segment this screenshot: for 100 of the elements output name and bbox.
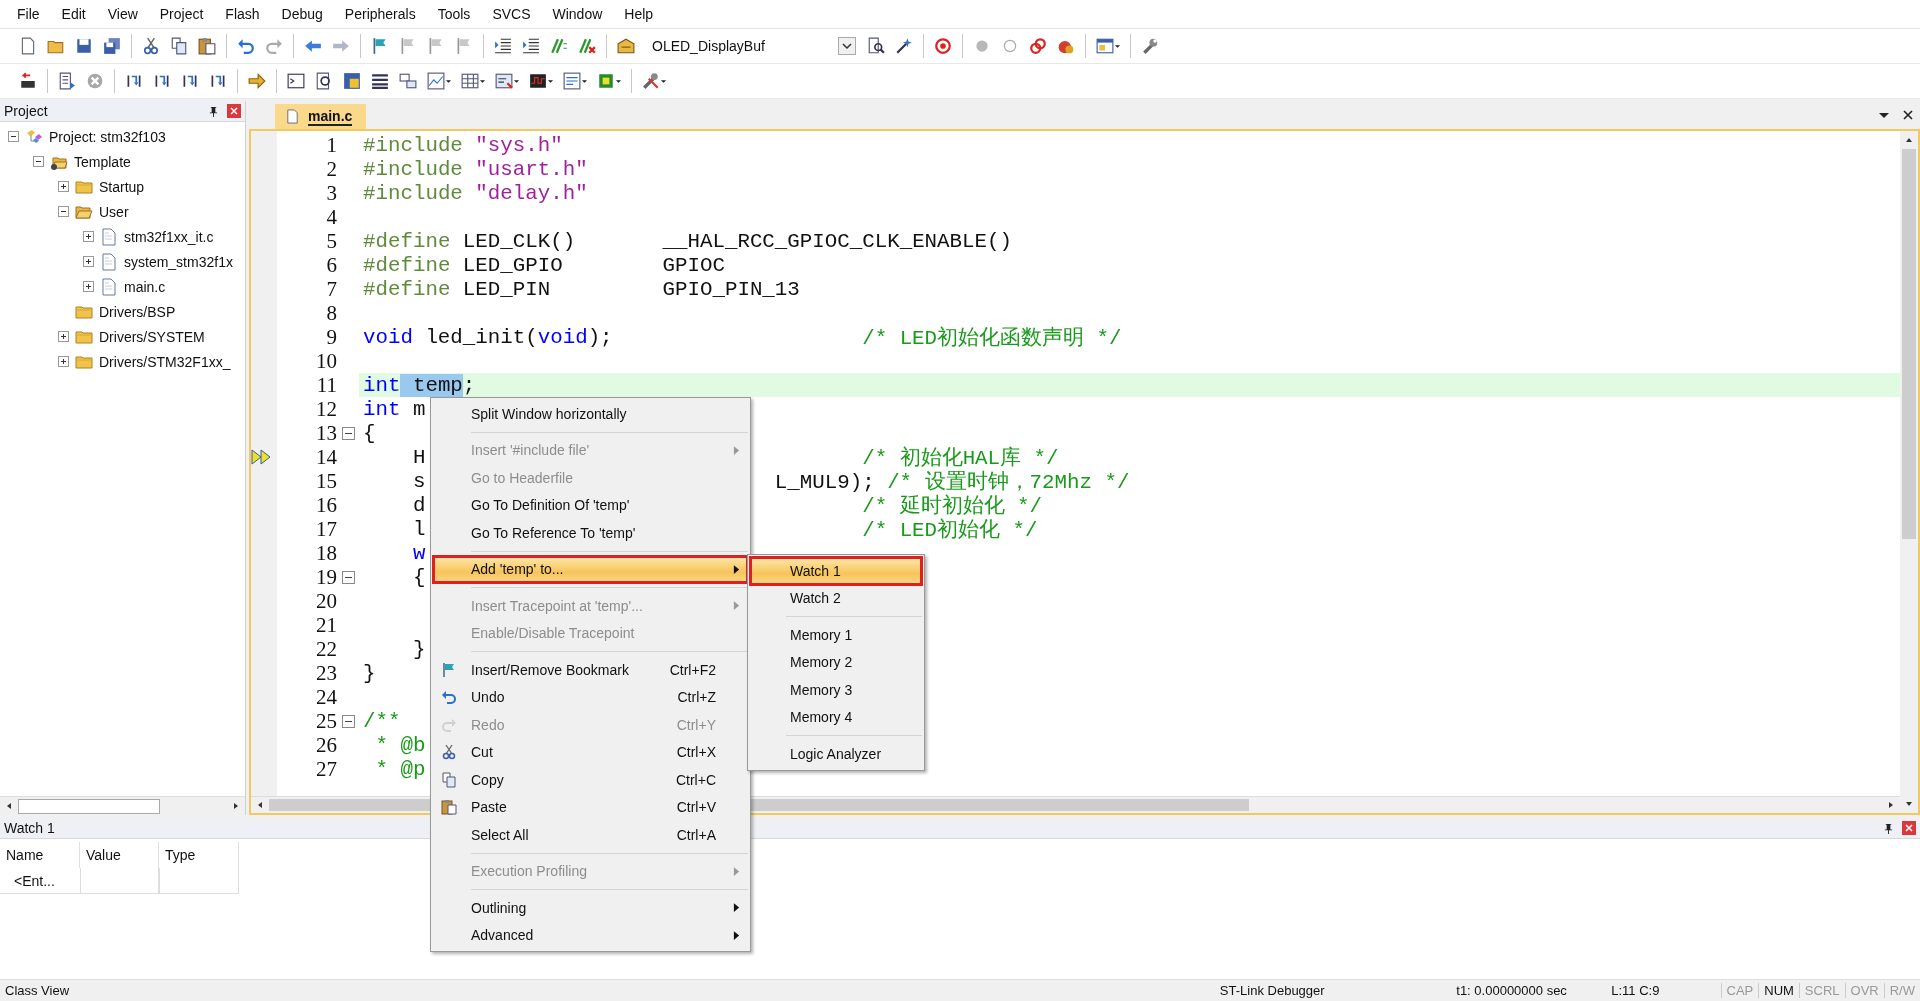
tree-item[interactable]: Drivers/SYSTEM xyxy=(99,328,205,345)
line-number: 25 xyxy=(315,708,337,734)
line-number: 10 xyxy=(315,348,337,374)
line-number: 13 xyxy=(315,420,337,446)
tree-item[interactable]: system_stm32f1x xyxy=(124,253,233,270)
file-icon xyxy=(285,109,300,124)
code-line: #include "sys.h" xyxy=(363,133,563,157)
expand-toggle[interactable] xyxy=(33,156,44,167)
menu-item[interactable]: Go To Reference To 'temp' xyxy=(433,519,748,547)
column-header[interactable]: Name xyxy=(0,842,80,868)
project-icon xyxy=(25,127,43,146)
table-cell[interactable] xyxy=(80,868,159,894)
menu-item[interactable]: Outlining xyxy=(433,894,748,922)
line-number: 7 xyxy=(325,276,337,302)
menu-item[interactable]: Help xyxy=(613,6,665,22)
menu-item[interactable]: Memory 2 xyxy=(750,648,922,676)
expand-toggle[interactable] xyxy=(58,356,69,367)
column-header[interactable]: Value xyxy=(80,842,159,868)
scrollbar[interactable] xyxy=(0,796,245,815)
menu-item[interactable]: Peripherals xyxy=(333,6,427,22)
code-line: * @p xyxy=(374,757,426,781)
menu-item[interactable]: Add 'temp' to... xyxy=(433,555,748,583)
tree-item[interactable]: Startup xyxy=(99,178,145,195)
tree-item[interactable]: Template xyxy=(74,153,131,170)
line-number: 3 xyxy=(325,180,337,206)
undo-icon xyxy=(441,689,457,706)
expand-toggle[interactable] xyxy=(58,181,69,192)
status-text: ST-Link Debugger xyxy=(1219,983,1326,998)
scroll-thumb[interactable] xyxy=(18,798,160,814)
line-number: 22 xyxy=(315,636,337,662)
code-line: d xyxy=(411,493,426,517)
menu-item[interactable]: File xyxy=(6,6,51,22)
line-number: 27 xyxy=(315,756,337,782)
menu-item[interactable]: Watch 1 xyxy=(750,557,922,585)
menu-item[interactable]: Paste Ctrl+V xyxy=(433,793,748,821)
expand-toggle[interactable] xyxy=(83,256,94,267)
menu-item[interactable]: Window xyxy=(541,6,614,22)
line-number: 19 xyxy=(315,564,337,590)
menu-item[interactable]: Tools xyxy=(426,6,482,22)
menu-item[interactable]: Undo Ctrl+Z xyxy=(433,683,748,711)
menu-item[interactable]: SVCS xyxy=(481,6,542,22)
menu-item[interactable]: View xyxy=(96,6,149,22)
menu-item[interactable]: Go To Definition Of 'temp' xyxy=(433,491,748,519)
status-indicator: SCRL xyxy=(1798,983,1845,998)
menu-item[interactable]: Advanced xyxy=(433,921,748,949)
line-number: 4 xyxy=(325,204,337,230)
tree-item[interactable]: Project: stm32f103 xyxy=(49,128,166,145)
expand-toggle[interactable] xyxy=(83,281,94,292)
menu-item[interactable]: Project xyxy=(148,6,215,22)
code-line: void led_init(void); xyxy=(363,325,613,349)
menu-item[interactable]: Edit xyxy=(50,6,97,22)
line-number: 17 xyxy=(315,516,337,542)
expand-toggle[interactable] xyxy=(58,206,69,217)
editor-tab[interactable]: main.c xyxy=(275,104,367,129)
expand-toggle[interactable] xyxy=(58,331,69,342)
table-cell[interactable]: <Ent... xyxy=(0,868,80,894)
menu-item[interactable]: Split Window horizontally xyxy=(433,400,748,428)
tree-item[interactable]: stm32f1xx_it.c xyxy=(124,228,214,245)
menu-item[interactable]: Memory 4 xyxy=(750,703,922,731)
code-line: } xyxy=(363,661,376,685)
status-indicator: OVR xyxy=(1844,983,1884,998)
tree-item[interactable]: Drivers/BSP xyxy=(99,303,176,320)
redo-icon xyxy=(441,716,457,733)
menu-item[interactable]: Insert/Remove Bookmark Ctrl+F2 xyxy=(433,656,748,684)
fold-toggle[interactable] xyxy=(341,570,355,584)
file-icon xyxy=(100,227,118,246)
menu-item[interactable]: Memory 1 xyxy=(750,621,922,649)
menu-item[interactable]: Copy Ctrl+C xyxy=(433,766,748,794)
tree-item[interactable]: main.c xyxy=(124,278,166,295)
menu-item[interactable]: Select All Ctrl+A xyxy=(433,821,748,849)
scroll-thumb[interactable] xyxy=(1902,149,1916,539)
target-dropdown[interactable]: OLED_DisplayBuf xyxy=(646,35,856,57)
pin-icon[interactable] xyxy=(1883,822,1894,834)
expand-toggle[interactable] xyxy=(8,131,19,142)
menu-item[interactable]: Logic Analyzer xyxy=(750,740,922,768)
code-line: L_MUL9); /* 设置时钟，72Mhz */ xyxy=(773,469,1130,494)
table-cell[interactable] xyxy=(159,868,239,894)
fold-toggle[interactable] xyxy=(341,714,355,728)
code-line: #define LED_PIN GPIO_PIN_13 xyxy=(363,277,800,301)
tree-item[interactable]: User xyxy=(99,203,129,220)
menu-item[interactable]: Debug xyxy=(270,6,334,22)
scrollbar[interactable] xyxy=(1900,131,1918,813)
close-icon[interactable] xyxy=(1902,109,1914,121)
column-header[interactable]: Type xyxy=(159,842,239,868)
tree-item[interactable]: Drivers/STM32F1xx_ xyxy=(99,353,231,370)
menu-item[interactable]: Watch 2 xyxy=(750,584,922,612)
menu-item[interactable]: Cut Ctrl+X xyxy=(433,738,748,766)
line-number: 6 xyxy=(325,252,337,278)
pin-icon[interactable] xyxy=(208,105,219,117)
line-number: 21 xyxy=(315,612,337,638)
expand-toggle[interactable] xyxy=(83,231,94,242)
menu-item[interactable]: Flash xyxy=(214,6,271,22)
line-number: 5 xyxy=(325,228,337,254)
panel-title: Project xyxy=(4,103,48,119)
caret-icon[interactable] xyxy=(838,37,856,55)
code-line: } xyxy=(411,637,426,661)
line-number: 11 xyxy=(315,372,337,398)
fold-toggle[interactable] xyxy=(341,426,355,440)
menu-item[interactable]: Memory 3 xyxy=(750,676,922,704)
code-line: /* 延时初始化 */ xyxy=(861,493,1043,518)
